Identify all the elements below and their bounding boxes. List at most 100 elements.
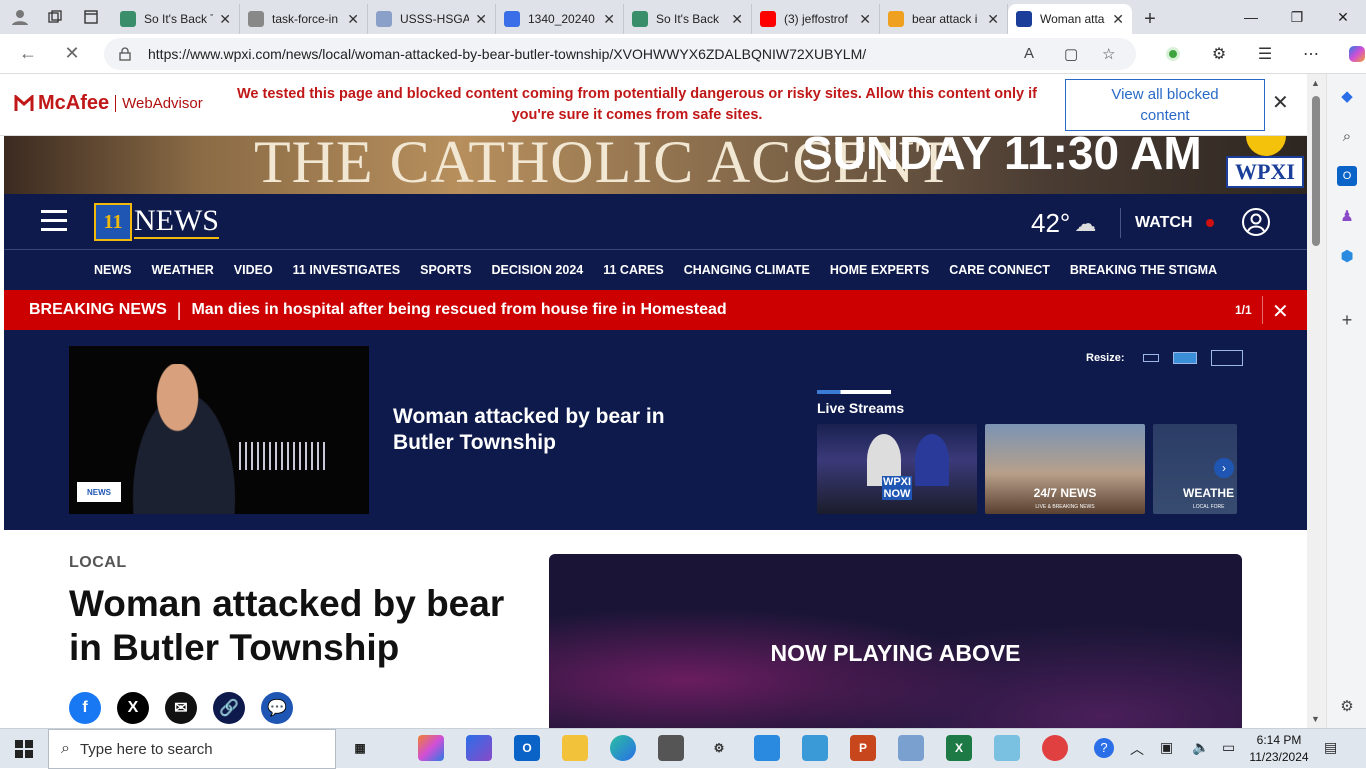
- url-bar[interactable]: https://www.wpxi.com/news/local/woman-at…: [104, 38, 1136, 70]
- file-explorer-icon[interactable]: [562, 735, 588, 761]
- scroll-down-icon[interactable]: ▼: [1311, 714, 1320, 724]
- close-tab-icon[interactable]: ✕: [987, 11, 999, 28]
- calculator-icon[interactable]: [658, 735, 684, 761]
- shopping-tag-icon[interactable]: ◆: [1337, 86, 1357, 106]
- favorites-icon[interactable]: ☰: [1242, 38, 1288, 70]
- search-icon[interactable]: ⌕: [1337, 126, 1357, 146]
- browser-tab-5[interactable]: So It's Back ✕: [624, 4, 752, 34]
- close-tab-icon[interactable]: ✕: [475, 11, 487, 28]
- nav-item-11[interactable]: BREAKING THE STIGMA: [1070, 263, 1217, 277]
- close-mcafee-bar-icon[interactable]: ✕: [1272, 90, 1289, 115]
- resize-small-icon[interactable]: [1142, 354, 1159, 362]
- app-gear-icon[interactable]: ⚙: [706, 735, 732, 761]
- article-section[interactable]: LOCAL: [69, 554, 127, 572]
- view-blocked-content-button[interactable]: View all blocked content: [1065, 79, 1265, 131]
- site-logo[interactable]: 11 NEWS: [94, 203, 219, 241]
- chevron-right-icon[interactable]: ›: [1214, 458, 1234, 478]
- restore-button[interactable]: ❐: [1274, 0, 1320, 34]
- add-sidebar-icon[interactable]: +: [1337, 310, 1357, 330]
- microsoft-365-icon[interactable]: ⬢: [1337, 246, 1357, 266]
- nav-item-4[interactable]: 11 INVESTIGATES: [293, 263, 400, 277]
- browser-tab-2[interactable]: task-force-in ✕: [240, 4, 368, 34]
- profile-icon[interactable]: [0, 0, 40, 34]
- nav-item-6[interactable]: DECISION 2024: [492, 263, 584, 277]
- workspaces-icon[interactable]: [40, 0, 70, 34]
- scrollbar-thumb[interactable]: [1312, 96, 1320, 246]
- weather-widget[interactable]: 42° ☁: [1031, 208, 1096, 239]
- minimize-button[interactable]: —: [1228, 0, 1274, 34]
- close-tab-icon[interactable]: ✕: [1112, 11, 1124, 28]
- read-aloud-icon[interactable]: A: [1024, 45, 1034, 62]
- comment-share-icon[interactable]: 💬: [261, 692, 293, 724]
- battery-icon[interactable]: ▭: [1222, 739, 1235, 756]
- nav-item-3[interactable]: VIDEO: [234, 263, 273, 277]
- powerpoint-icon[interactable]: P: [850, 735, 876, 761]
- app-wave-icon[interactable]: [1042, 735, 1068, 761]
- browser-tab-4[interactable]: 1340_20240 ✕: [496, 4, 624, 34]
- video-thumbnail[interactable]: NEWS: [69, 346, 369, 514]
- close-tab-icon[interactable]: ✕: [219, 11, 231, 28]
- video-title[interactable]: Woman attacked by bear in Butler Townshi…: [393, 404, 713, 456]
- network-icon[interactable]: ▣: [1160, 739, 1173, 756]
- video-player[interactable]: NOW PLAYING ABOVE: [549, 554, 1242, 728]
- task-view-icon[interactable]: ▦: [347, 735, 373, 761]
- nav-item-1[interactable]: NEWS: [94, 263, 132, 277]
- nav-item-8[interactable]: CHANGING CLIMATE: [684, 263, 810, 277]
- immersive-reader-icon[interactable]: ▢: [1064, 45, 1078, 63]
- nav-item-7[interactable]: 11 CARES: [603, 263, 663, 277]
- help-icon[interactable]: ?: [1094, 738, 1114, 758]
- sidebar-settings-icon[interactable]: ⚙: [1337, 696, 1357, 716]
- games-icon[interactable]: ♟: [1337, 206, 1357, 226]
- nav-item-5[interactable]: SPORTS: [420, 263, 471, 277]
- facebook-share-icon[interactable]: f: [69, 692, 101, 724]
- nav-item-10[interactable]: CARE CONNECT: [949, 263, 1050, 277]
- extension-green-icon[interactable]: [1150, 38, 1196, 70]
- nav-item-9[interactable]: HOME EXPERTS: [830, 263, 929, 277]
- close-tab-icon[interactable]: ✕: [731, 11, 743, 28]
- browser-tab-6[interactable]: (3) jeffostrof ✕: [752, 4, 880, 34]
- url-text[interactable]: https://www.wpxi.com/news/local/woman-at…: [148, 46, 866, 62]
- browser-tab-3[interactable]: USSS-HSGAI ✕: [368, 4, 496, 34]
- app-map-icon[interactable]: [802, 735, 828, 761]
- photo-app-icon[interactable]: [898, 735, 924, 761]
- resize-large-icon[interactable]: [1210, 350, 1243, 366]
- lock-icon[interactable]: [118, 47, 134, 61]
- close-tab-icon[interactable]: ✕: [859, 11, 871, 28]
- resize-medium-icon[interactable]: [1172, 352, 1197, 364]
- tab-actions-icon[interactable]: [70, 0, 112, 34]
- hamburger-menu-icon[interactable]: [41, 210, 67, 232]
- close-breaking-icon[interactable]: ✕: [1272, 299, 1289, 324]
- breaking-news-bar[interactable]: BREAKING NEWS | Man dies in hospital aft…: [4, 290, 1307, 330]
- app-notes-icon[interactable]: [994, 735, 1020, 761]
- close-tab-icon[interactable]: ✕: [347, 11, 359, 28]
- outlook-icon[interactable]: O: [1337, 166, 1357, 186]
- notifications-icon[interactable]: ▤: [1324, 739, 1337, 756]
- store-icon[interactable]: [754, 735, 780, 761]
- account-icon[interactable]: [1241, 207, 1271, 237]
- extensions-icon[interactable]: ⚙: [1196, 38, 1242, 70]
- taskbar-search[interactable]: ⌕ Type here to search: [48, 729, 336, 769]
- link-share-icon[interactable]: 🔗: [213, 692, 245, 724]
- system-clock[interactable]: 6:14 PM 11/23/2024: [1244, 732, 1314, 766]
- browser-tab-1[interactable]: So It's Back T ✕: [112, 4, 240, 34]
- new-tab-button[interactable]: +: [1132, 4, 1168, 34]
- x-share-icon[interactable]: X: [117, 692, 149, 724]
- live-stream-card-1[interactable]: WPXI NOW: [817, 424, 977, 514]
- tray-expand-icon[interactable]: ︿: [1130, 739, 1144, 759]
- excel-icon[interactable]: X: [946, 735, 972, 761]
- back-button[interactable]: ←: [0, 34, 56, 74]
- copilot-icon[interactable]: [1334, 38, 1366, 70]
- browser-tab-8[interactable]: Woman atta ✕: [1008, 4, 1132, 34]
- live-stream-card-2[interactable]: 24/7 NEWS LIVE & BREAKING NEWS: [985, 424, 1145, 514]
- favorite-star-icon[interactable]: ☆: [1102, 45, 1115, 63]
- edge-taskbar-icon[interactable]: [610, 735, 636, 761]
- watch-button[interactable]: WATCH: [1135, 214, 1215, 232]
- nav-item-2[interactable]: WEATHER: [152, 263, 214, 277]
- outlook-taskbar-icon[interactable]: O: [514, 735, 540, 761]
- close-window-button[interactable]: ✕: [1320, 0, 1366, 34]
- app-diamond-icon[interactable]: [466, 735, 492, 761]
- scroll-up-icon[interactable]: ▲: [1311, 78, 1320, 88]
- browser-tab-7[interactable]: bear attack i ✕: [880, 4, 1008, 34]
- page-scrollbar[interactable]: ▲ ▼: [1307, 74, 1326, 728]
- stop-loading-button[interactable]: ✕: [56, 34, 88, 74]
